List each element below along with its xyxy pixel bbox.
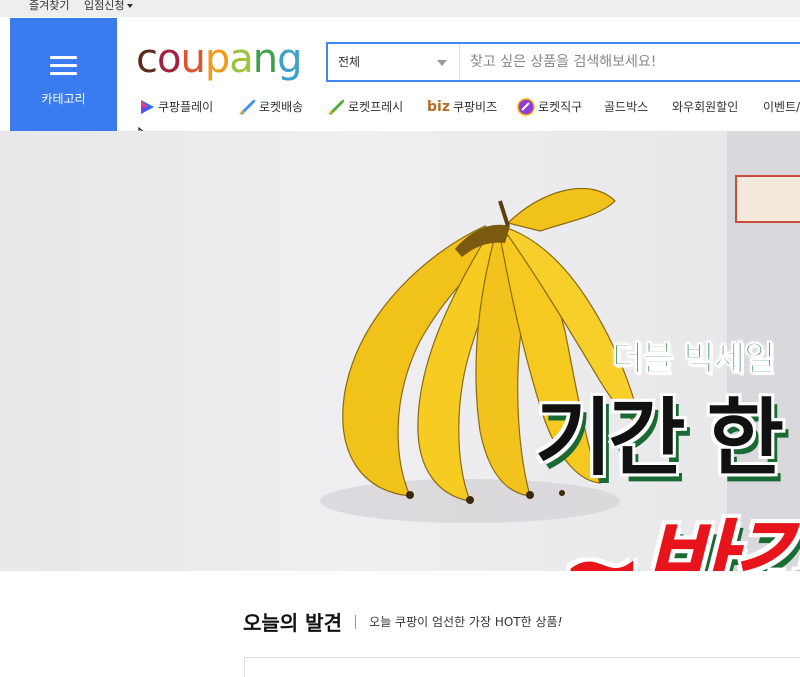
nav-item-label: 로켓프레시 [348,100,404,114]
todays-discovery-header: 오늘의 발견 오늘 쿠팡이 엄선한 가장 HOT한 상품! [243,607,562,637]
category-label: 카테고리 [41,92,86,106]
nav-item-coupang-biz[interactable]: biz 쿠팡비즈 [427,96,497,118]
nav-item-label: 이벤트/ [763,100,800,114]
banner-headline-3: ~반값 [560,509,800,571]
logo-letter: a [229,36,253,82]
nav-item-rocket-direct[interactable]: 로켓직구 [516,96,582,118]
hamburger-menu-icon [50,56,77,76]
section-title: 오늘의 발견 [243,611,342,635]
rocket-icon [239,99,256,115]
logo-letter: g [277,36,302,82]
logo-letter: c [136,36,158,82]
rocket-fresh-icon [328,99,345,115]
nav-item-rocket-delivery[interactable]: 로켓배송 [237,96,303,118]
top-utility-bar: 즐겨찾기 입점신청 [0,0,800,17]
search-scope-select[interactable]: 전체 [328,44,460,80]
globe-rocket-icon [517,98,535,116]
coupang-logo[interactable]: coupang [136,36,303,86]
seller-signup-label: 입점신청 [84,0,125,12]
divider [355,614,357,629]
nav-item-label: 골드박스 [604,100,649,114]
search-scope-value: 전체 [338,55,361,69]
dropdown-arrow-icon [437,60,447,66]
logo-letter: n [252,36,278,82]
logo-letter: o [157,36,182,82]
play-icon [141,100,154,114]
logo-letter: p [204,36,230,82]
product-box-image [735,175,800,223]
nav-item-label: 로켓배송 [259,100,304,114]
nav-item-coupang-play[interactable]: 쿠팡플레이 [138,96,213,118]
nav-item-label: 쿠팡비즈 [452,100,498,114]
category-button[interactable]: 카테고리 [10,18,117,131]
discovery-content-box [244,657,800,677]
section-subtitle: 오늘 쿠팡이 엄선한 가장 HOT한 상품! [369,615,562,629]
nav-item-label: 와우회원할인 [672,100,739,114]
logo-letter: u [180,36,205,82]
seller-signup-link[interactable]: 입점신청 [84,0,134,12]
search-input[interactable] [462,44,800,80]
nav-item-label: 로켓직구 [538,100,583,114]
nav-item-rocket-fresh[interactable]: 로켓프레시 [326,96,403,118]
favorites-link[interactable]: 즐겨찾기 [29,0,69,12]
nav-item-label: 쿠팡플레이 [158,100,214,114]
section-subtitle-exclaim: ! [557,615,563,629]
hero-banner[interactable]: 더블 빅세일 기간 한 ~반값 [0,131,800,571]
search-bar: 전체 [326,42,800,82]
nav-item-wow-discount[interactable]: 와우회원할인 [672,96,738,118]
section-subtitle-text: 오늘 쿠팡이 엄선한 가장 HOT한 상품 [369,615,558,629]
banner-headline-2: 기간 한 [535,389,784,487]
nav-item-events[interactable]: 이벤트/ [763,96,800,118]
nav-item-gold-box[interactable]: 골드박스 [604,96,648,118]
biz-icon: biz [427,99,450,115]
caret-down-icon [127,4,134,8]
